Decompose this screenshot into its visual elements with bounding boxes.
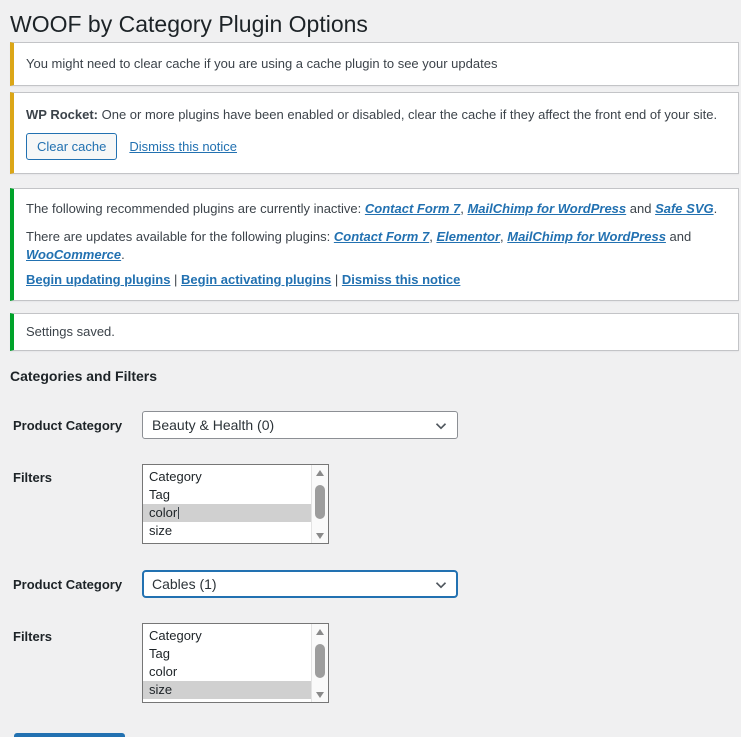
form-row-filters-2: Filters Category Tag color size [13,623,741,703]
inactive-plugins-line: The following recommended plugins are cu… [26,200,726,218]
chevron-down-icon [432,576,450,597]
filters-options-1: Category Tag color size [143,465,311,543]
scroll-down-icon[interactable] [312,528,328,543]
separator: | [331,272,342,287]
inactive-plugins-prefix: The following recommended plugins are cu… [26,201,365,216]
filter-option-size[interactable]: size [143,522,311,540]
plugin-link-mailchimp[interactable]: MailChimp for WordPress [467,201,626,216]
notice-clear-cache: You might need to clear cache if you are… [10,42,739,86]
form-row-category-2: Product Category Cables (1) [13,570,741,598]
filter-option-category[interactable]: Category [143,468,311,486]
separator: and [626,201,655,216]
separator: | [170,272,181,287]
section-title: Categories and Filters [10,367,741,385]
filter-option-tag[interactable]: Tag [143,645,311,663]
filter-option-category[interactable]: Category [143,627,311,645]
listbox-scrollbar-2[interactable] [311,624,328,702]
update-link-elementor[interactable]: Elementor [436,229,500,244]
period: . [714,201,718,216]
filters-listbox-2[interactable]: Category Tag color size [142,623,329,703]
plugin-options-page: WOOF by Category Plugin Options You migh… [0,0,741,737]
plugins-dismiss-link[interactable]: Dismiss this notice [342,272,460,287]
notice-clear-cache-text: You might need to clear cache if you are… [26,55,726,73]
scrollbar-track[interactable] [312,639,328,687]
wp-rocket-label: WP Rocket: [26,107,98,122]
wp-rocket-dismiss-link[interactable]: Dismiss this notice [129,139,237,154]
text-cursor-pointer [178,507,179,519]
settings-saved-text: Settings saved. [26,323,726,341]
scroll-up-icon[interactable] [312,624,328,639]
plugin-link-contact-form-7[interactable]: Contact Form 7 [365,201,460,216]
wp-rocket-message: WP Rocket: One or more plugins have been… [26,106,726,124]
wp-rocket-text: One or more plugins have been enabled or… [98,107,717,122]
filter-option-color[interactable]: color [143,504,311,522]
scrollbar-thumb[interactable] [315,644,325,678]
form-row-category-1: Product Category Beauty & Health (0) [13,411,741,439]
begin-updating-plugins-link[interactable]: Begin updating plugins [26,272,170,287]
update-link-woocommerce[interactable]: WooCommerce [26,247,121,262]
notice-recommended-plugins: The following recommended plugins are cu… [10,188,739,301]
product-category-value-2: Cables (1) [152,576,217,592]
begin-activating-plugins-link[interactable]: Begin activating plugins [181,272,331,287]
wp-rocket-actions: Clear cache Dismiss this notice [26,133,726,160]
updates-plugins-line: There are updates available for the foll… [26,228,726,264]
updates-plugins-prefix: There are updates available for the foll… [26,229,334,244]
form-row-filters-1: Filters Category Tag color size [13,464,741,544]
period: . [121,247,125,262]
page-title: WOOF by Category Plugin Options [0,0,741,39]
product-category-label-1: Product Category [13,418,142,433]
listbox-scrollbar-1[interactable] [311,465,328,543]
filters-options-2: Category Tag color size [143,624,311,702]
product-category-select-1[interactable]: Beauty & Health (0) [142,411,458,439]
categories-filters-form: Product Category Beauty & Health (0) Fil… [13,411,741,737]
filter-option-color[interactable]: color [143,663,311,681]
scroll-up-icon[interactable] [312,465,328,480]
scrollbar-thumb[interactable] [315,485,325,519]
product-category-label-2: Product Category [13,577,142,592]
filters-listbox-1[interactable]: Category Tag color size [142,464,329,544]
filters-label-2: Filters [13,623,142,644]
filters-label-1: Filters [13,464,142,485]
filter-option-size[interactable]: size [143,681,311,699]
separator: and [666,229,691,244]
scroll-down-icon[interactable] [312,687,328,702]
plugin-link-safe-svg[interactable]: Safe SVG [655,201,714,216]
clear-cache-button[interactable]: Clear cache [26,133,117,160]
save-changes-button[interactable]: Save Changes [14,733,125,737]
plugins-actions-line: Begin updating plugins | Begin activatin… [26,271,726,289]
product-category-value-1: Beauty & Health (0) [152,417,274,433]
chevron-down-icon [432,417,450,438]
notice-settings-saved: Settings saved. [10,313,739,351]
filter-option-tag[interactable]: Tag [143,486,311,504]
update-link-mailchimp[interactable]: MailChimp for WordPress [507,229,666,244]
notice-wp-rocket: WP Rocket: One or more plugins have been… [10,92,739,174]
update-link-contact-form-7[interactable]: Contact Form 7 [334,229,429,244]
scrollbar-track[interactable] [312,480,328,528]
product-category-select-2[interactable]: Cables (1) [142,570,458,598]
